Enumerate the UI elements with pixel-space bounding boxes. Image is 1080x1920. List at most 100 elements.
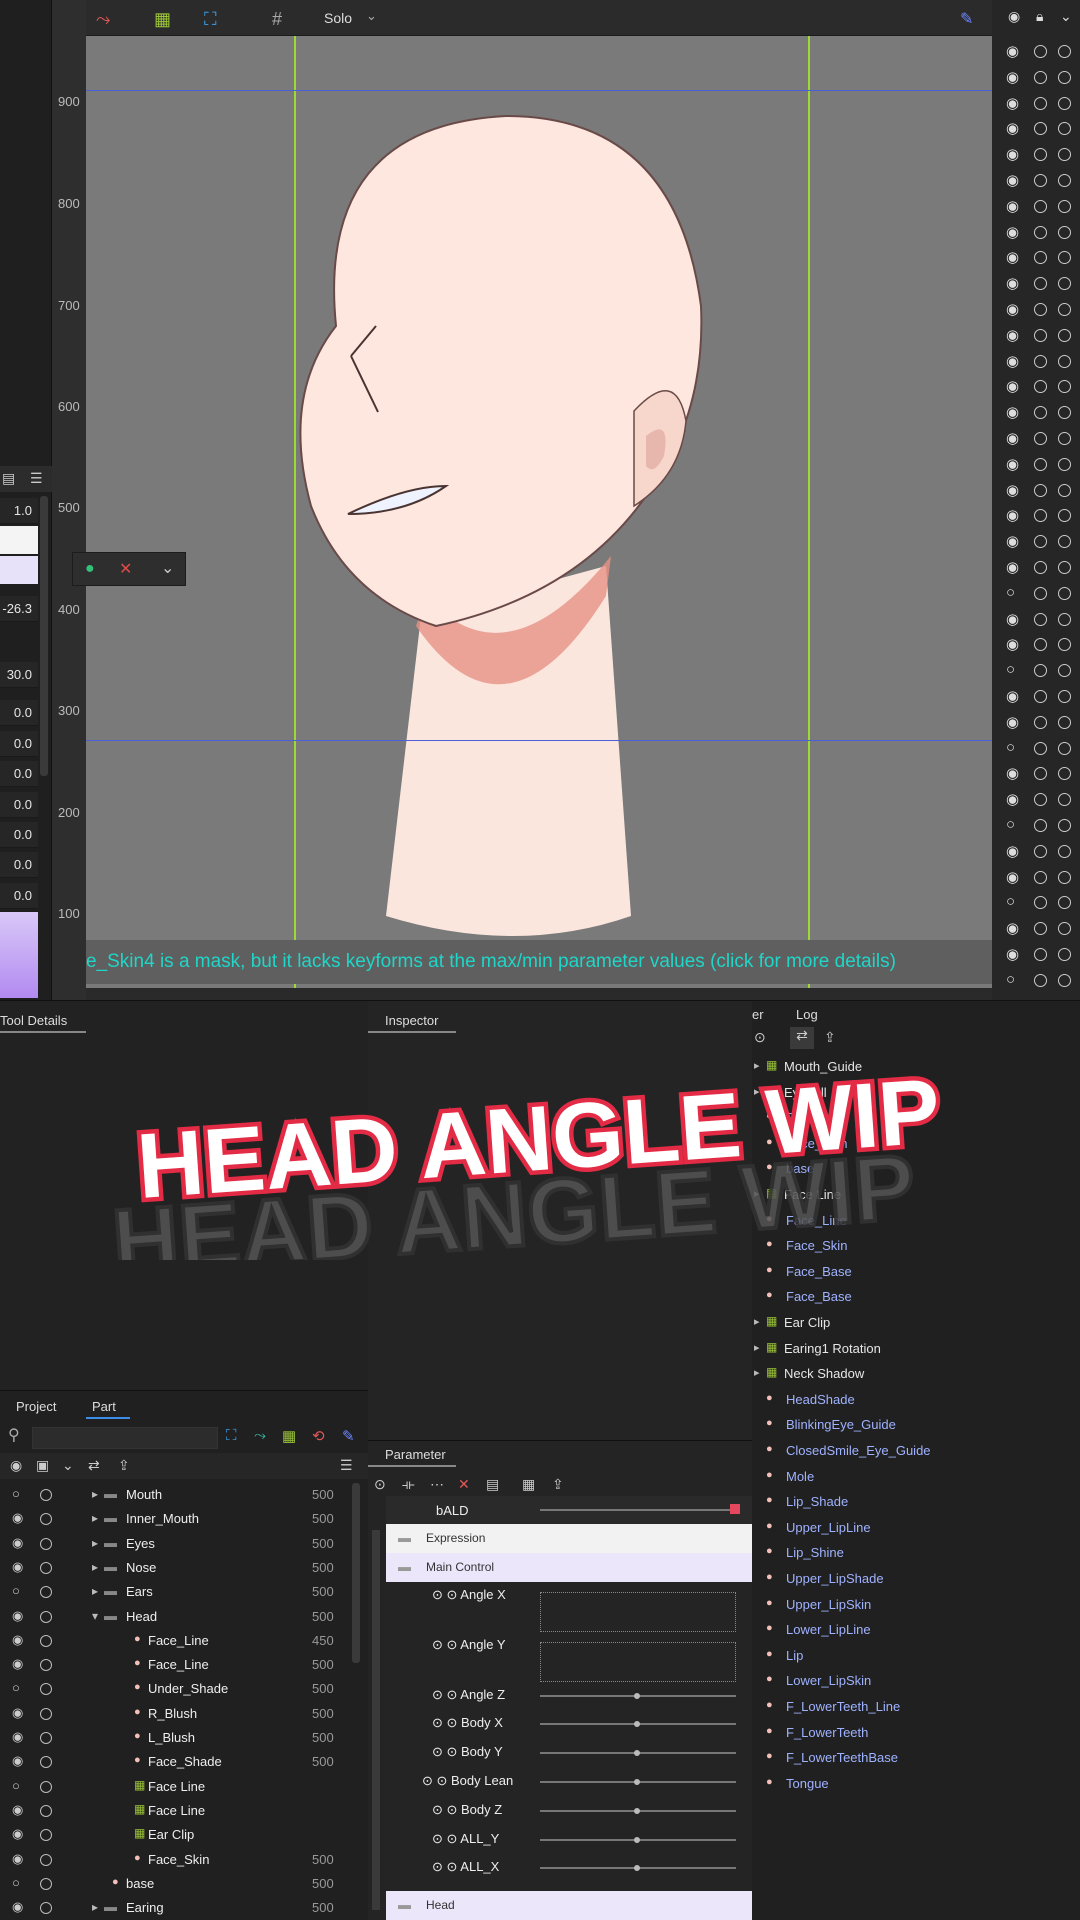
select-toggle[interactable]	[1058, 199, 1071, 213]
select-toggle[interactable]	[1058, 303, 1071, 316]
eye-icon[interactable]: ◉	[1006, 403, 1019, 421]
lock-toggle[interactable]	[40, 1902, 52, 1915]
picker-icon[interactable]: ⚲	[8, 1425, 20, 1445]
parameter-group[interactable]: ▬ Head	[386, 1891, 752, 1920]
part-row[interactable]: ○ ● Under_Shade 500	[0, 1677, 368, 1701]
deformer-row[interactable]: ● Face_Base	[752, 1284, 1080, 1310]
select-toggle[interactable]	[1058, 844, 1071, 858]
eye-icon[interactable]: ◉	[1006, 145, 1019, 163]
eye-icon[interactable]: ◉	[12, 1705, 23, 1721]
lock-toggle[interactable]	[1034, 148, 1047, 162]
select-toggle[interactable]	[1058, 612, 1071, 626]
rotation-icon[interactable]: ⟲	[312, 1427, 325, 1445]
prop-value[interactable]: -26.3	[0, 596, 38, 622]
eye-icon[interactable]: ◉	[1006, 635, 1019, 653]
part-row[interactable]: ◉ ▸ ▬ Nose 500	[0, 1556, 368, 1580]
tab-inspector[interactable]: Inspector	[385, 1013, 438, 1028]
eye-icon[interactable]: ○	[1006, 661, 1015, 678]
eye-icon[interactable]: ◉	[12, 1851, 23, 1867]
keyform-3-icon[interactable]: ⋯	[430, 1476, 444, 1493]
lock-toggle[interactable]	[40, 1634, 52, 1647]
deformer-row[interactable]: ● Face_Base	[752, 1259, 1080, 1285]
chevron-icon[interactable]: ▸	[754, 1341, 760, 1354]
lock-toggle[interactable]	[40, 1756, 52, 1769]
mesh-icon[interactable]: ⛶	[204, 9, 217, 30]
lock-toggle[interactable]	[40, 1513, 52, 1526]
deformer-row[interactable]: ● Mole	[752, 1464, 1080, 1490]
menu-icon[interactable]: ☰	[340, 1457, 353, 1474]
part-row[interactable]: ◉ ▦ Ear Clip	[0, 1823, 368, 1847]
deformer-row[interactable]: ● Lip_Shade	[752, 1489, 1080, 1515]
part-row[interactable]: ◉ ● R_Blush 500	[0, 1702, 368, 1726]
part-row[interactable]: ○ ▸ ▬ Ears 500	[0, 1580, 368, 1604]
select-toggle[interactable]	[1058, 225, 1071, 239]
scrollbar[interactable]	[352, 1483, 360, 1663]
select-toggle[interactable]	[1058, 767, 1071, 781]
eye-icon[interactable]: ◉	[12, 1753, 23, 1769]
solo-dropdown[interactable]: Solo	[324, 10, 352, 26]
deformer-row[interactable]: ● HeadShade	[752, 1387, 1080, 1413]
lock-toggle[interactable]	[1034, 819, 1047, 832]
horizontal-guide[interactable]	[86, 90, 992, 91]
lock-toggle[interactable]	[1034, 922, 1047, 936]
lock-toggle[interactable]	[40, 1829, 52, 1842]
parameter-group[interactable]: ▬ Expression	[386, 1524, 752, 1553]
swap-icon[interactable]: ⇄	[790, 1027, 814, 1049]
eye-icon[interactable]: ◉	[12, 1559, 23, 1575]
part-row[interactable]: ○ ● base 500	[0, 1872, 368, 1896]
select-toggle[interactable]	[1058, 148, 1071, 162]
lock-toggle[interactable]	[1034, 767, 1047, 781]
warning-banner[interactable]: e_Skin4 is a mask, but it lacks keyforms…	[86, 940, 992, 984]
scrollbar[interactable]	[40, 496, 48, 776]
lock-toggle[interactable]	[1034, 122, 1047, 136]
part-row[interactable]: ◉ ▦ Face Line	[0, 1799, 368, 1823]
part-row[interactable]: ○ ▸ ▬ Mouth 500	[0, 1483, 368, 1507]
eye-icon[interactable]: ◉	[1006, 300, 1019, 318]
eye-icon[interactable]: ◉	[1006, 248, 1019, 266]
parameter-group[interactable]: ▬ Main Control	[386, 1553, 752, 1582]
color-swatch[interactable]	[0, 526, 38, 554]
select-toggle[interactable]	[1058, 122, 1071, 136]
export-icon[interactable]: ⇪	[552, 1476, 564, 1493]
chevron-icon[interactable]: ▸	[754, 1366, 760, 1379]
lock-toggle[interactable]	[40, 1610, 52, 1623]
eye-icon[interactable]: ◉	[1006, 532, 1019, 550]
eye-icon[interactable]: ◉	[1006, 919, 1019, 937]
eye-icon[interactable]: ◉	[1006, 790, 1019, 808]
lock-toggle[interactable]	[1034, 174, 1047, 187]
part-row[interactable]: ◉ ▸ ▬ Earing 500	[0, 1896, 368, 1920]
eye-icon[interactable]: ◉	[1006, 171, 1019, 189]
lock-toggle[interactable]	[1034, 664, 1047, 678]
lock-toggle[interactable]	[40, 1804, 52, 1817]
select-toggle[interactable]	[1058, 638, 1071, 652]
eye-icon[interactable]: ◉	[1006, 481, 1019, 499]
part-row[interactable]: ○ ▦ Face Line	[0, 1775, 368, 1799]
eye-icon[interactable]: ○	[12, 1680, 20, 1695]
select-toggle[interactable]	[1058, 664, 1071, 678]
lock-toggle[interactable]	[1034, 561, 1047, 574]
lock-toggle[interactable]	[40, 1537, 52, 1550]
part-row[interactable]: ◉ ● Face_Line 450	[0, 1629, 368, 1653]
export-icon[interactable]: ⇪	[824, 1029, 836, 1046]
keyform-delete-icon[interactable]: ✕	[458, 1476, 470, 1493]
select-toggle[interactable]	[1058, 380, 1071, 394]
eye-icon[interactable]: ◉	[1006, 945, 1019, 963]
select-toggle[interactable]	[1058, 741, 1071, 755]
scrollbar[interactable]	[372, 1530, 380, 1910]
lock-toggle[interactable]	[40, 1683, 52, 1696]
lock-toggle[interactable]	[40, 1732, 52, 1744]
select-toggle[interactable]	[1058, 973, 1071, 987]
slider-handle[interactable]	[634, 1693, 640, 1699]
lock-toggle[interactable]	[40, 1853, 52, 1866]
chevron-icon[interactable]: ▸	[92, 1511, 98, 1525]
warp-grid-icon[interactable]: ▦	[154, 9, 171, 30]
select-toggle[interactable]	[1058, 70, 1071, 84]
eye-icon[interactable]: ◉	[1006, 506, 1019, 524]
prop-value[interactable]: 1.0	[0, 498, 38, 524]
lock-toggle[interactable]	[1034, 70, 1047, 84]
eye-icon[interactable]: ◉	[1006, 352, 1019, 370]
link-icon[interactable]: ⤳	[254, 1427, 266, 1444]
eye-icon[interactable]: ○	[12, 1778, 20, 1793]
part-row[interactable]: ◉ ▾ ▬ Head 500	[0, 1605, 368, 1629]
lock-toggle[interactable]	[1034, 509, 1047, 523]
